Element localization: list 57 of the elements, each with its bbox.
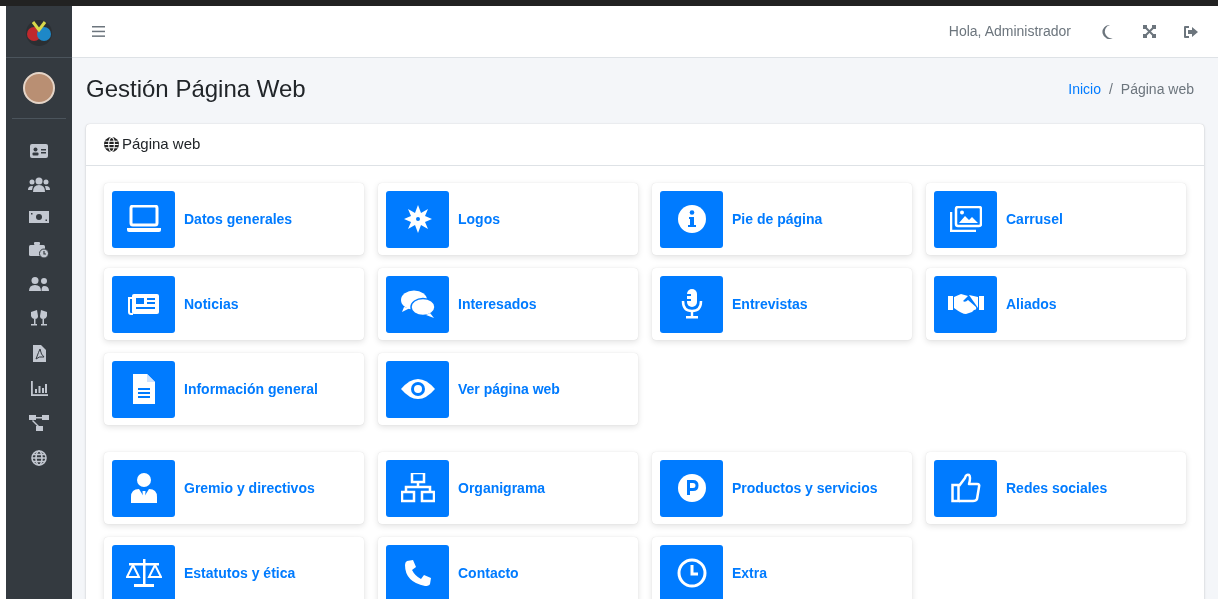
handshake-icon: [934, 275, 997, 333]
card-title: Página web: [122, 134, 201, 155]
menu-tile[interactable]: Extra: [652, 537, 912, 599]
logout-icon[interactable]: [1184, 25, 1198, 38]
menu-icon[interactable]: [92, 26, 105, 37]
laptop-icon: [112, 190, 175, 248]
user-pair-icon[interactable]: [29, 277, 49, 291]
fullscreen-icon[interactable]: [1143, 25, 1156, 38]
starburst-icon: [386, 190, 449, 248]
breadcrumb-link[interactable]: Inicio: [1068, 78, 1101, 100]
menu-tile[interactable]: Datos generales: [104, 183, 364, 255]
person-icon: [112, 459, 175, 517]
menu-tile[interactable]: Información general: [104, 353, 364, 425]
globe-icon[interactable]: [31, 450, 47, 466]
menu-tile[interactable]: Carrusel: [926, 183, 1186, 255]
speech-bubbles-icon: [386, 275, 449, 333]
menu-tile[interactable]: Ver página web: [378, 353, 638, 425]
id-card-icon[interactable]: [30, 144, 48, 158]
users-icon[interactable]: [28, 177, 50, 192]
menu-tile[interactable]: Gremio y directivos: [104, 452, 364, 524]
breadcrumb-current: Página web: [1120, 79, 1194, 99]
moon-icon[interactable]: [1101, 24, 1113, 39]
eye-icon: [386, 360, 449, 418]
briefcase-clock-icon[interactable]: [29, 242, 49, 258]
menu-tile[interactable]: Contacto: [378, 537, 638, 599]
microphone-icon: [660, 275, 723, 333]
breadcrumb-separator: /: [1108, 79, 1113, 99]
greeting-text: Hola, Administrador: [948, 22, 1071, 41]
phone-icon: [386, 544, 449, 599]
menu-tile[interactable]: Estatutos y ética: [104, 537, 364, 599]
logo-icon[interactable]: [25, 17, 53, 46]
menu-tile[interactable]: Interesados: [378, 268, 638, 340]
clock-icon: [660, 544, 723, 599]
bar-chart-icon[interactable]: [30, 381, 48, 396]
hierarchy-icon: [386, 459, 449, 517]
document-icon: [112, 360, 175, 418]
info-icon: [660, 190, 723, 248]
globe-icon: [104, 137, 119, 152]
toast-glasses-icon[interactable]: [29, 310, 49, 326]
page-title: Gestión Página Web: [86, 74, 306, 104]
scale-icon: [112, 544, 175, 599]
user-avatar[interactable]: [23, 72, 55, 104]
newspaper-icon: [112, 275, 175, 333]
menu-tile[interactable]: Aliados: [926, 268, 1186, 340]
flowchart-icon[interactable]: [29, 415, 49, 431]
pdf-file-icon[interactable]: [32, 345, 46, 362]
menu-tile[interactable]: Productos y servicios: [652, 452, 912, 524]
menu-tile[interactable]: Noticias: [104, 268, 364, 340]
menu-tile[interactable]: Pie de página: [652, 183, 912, 255]
banknote-icon[interactable]: [29, 211, 49, 223]
parking-icon: [660, 459, 723, 517]
menu-tile[interactable]: Logos: [378, 183, 638, 255]
menu-tile[interactable]: Redes sociales: [926, 452, 1186, 524]
menu-tile[interactable]: Entrevistas: [652, 268, 912, 340]
menu-tile[interactable]: Organigrama: [378, 452, 638, 524]
thumbs-up-icon: [934, 459, 997, 517]
image-icon: [934, 190, 997, 248]
